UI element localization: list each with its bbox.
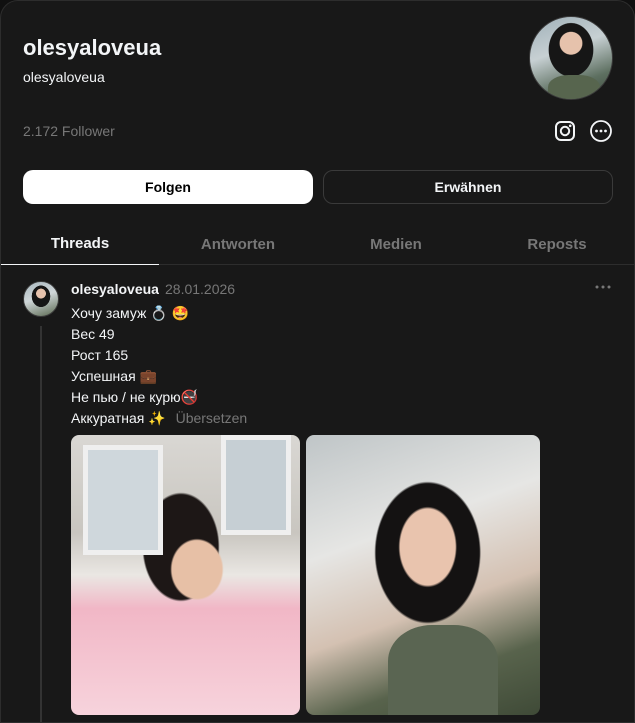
more-options-icon[interactable] bbox=[589, 119, 613, 143]
profile-tabs: Threads Antworten Medien Reposts bbox=[1, 223, 634, 265]
profile-panel: olesyaloveua olesyaloveua 2.172 Follower… bbox=[0, 0, 635, 723]
post-text: Хочу замуж 💍 🤩 Вес 49 Рост 165 Успешная … bbox=[71, 303, 591, 429]
profile-avatar[interactable] bbox=[529, 16, 613, 100]
photo-clothing bbox=[388, 625, 498, 715]
photo-window bbox=[83, 445, 163, 555]
post-author-avatar[interactable] bbox=[23, 281, 59, 317]
mention-button[interactable]: Erwähnen bbox=[323, 170, 613, 204]
avatar-shoulders bbox=[548, 75, 600, 99]
profile-name: olesyaloveua bbox=[23, 35, 162, 60]
post-author-name[interactable]: olesyaloveua bbox=[71, 281, 159, 297]
thread-line bbox=[40, 326, 42, 722]
tab-reposts[interactable]: Reposts bbox=[478, 223, 634, 265]
post-line: Не пью / не курю🚭 bbox=[71, 389, 199, 405]
tab-media[interactable]: Medien bbox=[317, 223, 475, 265]
post-line: Аккуратная ✨ bbox=[71, 410, 166, 426]
post-more-icon[interactable] bbox=[591, 277, 615, 297]
photo-window bbox=[221, 435, 291, 535]
profile-handle: olesyaloveua bbox=[23, 69, 105, 85]
post-date[interactable]: 28.01.2026 bbox=[165, 281, 235, 297]
post-line: Успешная 💼 bbox=[71, 368, 157, 384]
post-line: Вес 49 bbox=[71, 326, 115, 342]
tab-threads[interactable]: Threads bbox=[1, 223, 159, 265]
translate-link[interactable]: Übersetzen bbox=[176, 410, 248, 426]
tab-replies[interactable]: Antworten bbox=[159, 223, 317, 265]
instagram-icon[interactable] bbox=[553, 119, 577, 143]
post-line-last: Аккуратная ✨ Übersetzen bbox=[71, 408, 591, 429]
post-line: Рост 165 bbox=[71, 347, 129, 363]
follower-count[interactable]: 2.172 Follower bbox=[23, 123, 115, 139]
post-photo-2[interactable] bbox=[306, 435, 540, 715]
post-photo-1[interactable] bbox=[71, 435, 300, 715]
follow-button[interactable]: Folgen bbox=[23, 170, 313, 204]
post-line: Хочу замуж 💍 🤩 bbox=[71, 305, 189, 321]
